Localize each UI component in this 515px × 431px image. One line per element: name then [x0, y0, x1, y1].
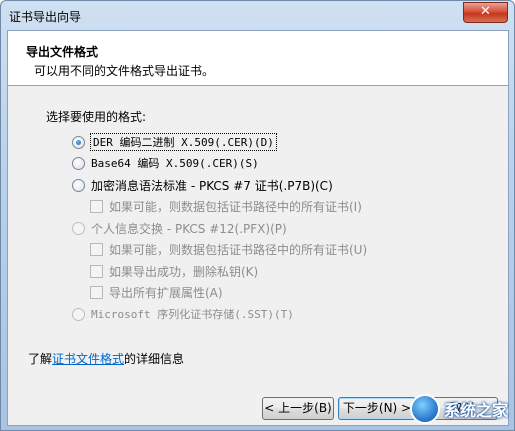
watermark-text: 系统之家	[443, 401, 508, 420]
option-pfx[interactable]: 个人信息交换 - PKCS #12(.PFX)(P)	[72, 220, 287, 237]
wizard-header: 导出文件格式 可以用不同的文件格式导出证书。	[8, 31, 508, 86]
radio-pfx[interactable]	[72, 222, 85, 235]
checkbox-pfx-include[interactable]	[90, 243, 103, 256]
close-button[interactable]: ✕	[463, 2, 508, 23]
option-sst[interactable]: Microsoft 序列化证书存储(.SST)(T)	[72, 306, 294, 322]
close-icon: ✕	[480, 4, 491, 19]
next-button[interactable]: 下一步(N) >	[338, 397, 416, 420]
window-title: 证书导出向导	[9, 10, 82, 24]
radio-der[interactable]	[72, 135, 85, 149]
option-pfx-delete[interactable]: 如果导出成功，删除私钥(K)	[90, 263, 258, 280]
option-pfx-include-label: 如果可能，则数据包括证书路径中的所有证书(U)	[109, 243, 368, 257]
title-bar[interactable]: 证书导出向导 ✕	[1, 1, 514, 29]
page-subtitle: 可以用不同的文件格式导出证书。	[34, 64, 215, 78]
info-text: 了解证书文件格式的详细信息	[28, 350, 184, 367]
format-help-link[interactable]: 证书文件格式	[52, 352, 124, 366]
checkbox-pkcs7-include[interactable]	[90, 200, 103, 213]
radio-base64[interactable]	[72, 156, 85, 170]
watermark: 系统之家	[409, 394, 508, 424]
option-pkcs7-include-label: 如果可能，则数据包括证书路径中的所有证书(I)	[109, 200, 362, 214]
option-pfx-include[interactable]: 如果可能，则数据包括证书路径中的所有证书(U)	[90, 241, 367, 258]
format-prompt: 选择要使用的格式:	[46, 110, 147, 124]
option-base64[interactable]: Base64 编码 X.509(.CER)(S)	[72, 155, 259, 171]
option-pkcs7-include[interactable]: 如果可能，则数据包括证书路径中的所有证书(I)	[90, 198, 362, 215]
radio-sst[interactable]	[72, 307, 85, 321]
option-base64-label: Base64 编码 X.509(.CER)(S)	[91, 157, 259, 170]
radio-pkcs7[interactable]	[72, 179, 85, 192]
option-pkcs7-label: 加密消息语法标准 - PKCS #7 证书(.P7B)(C)	[91, 179, 333, 193]
option-pfx-ext-label: 导出所有扩展属性(A)	[109, 286, 223, 300]
wizard-window: 证书导出向导 ✕ 导出文件格式 可以用不同的文件格式导出证书。 选择要使用的格式…	[0, 0, 515, 431]
option-der-label: DER 编码二进制 X.509(.CER)(D)	[90, 133, 277, 151]
option-pfx-label: 个人信息交换 - PKCS #12(.PFX)(P)	[91, 222, 287, 236]
checkbox-pfx-ext[interactable]	[90, 286, 103, 299]
page-title: 导出文件格式	[26, 45, 99, 59]
option-pfx-ext[interactable]: 导出所有扩展属性(A)	[90, 284, 223, 301]
option-der[interactable]: DER 编码二进制 X.509(.CER)(D)	[72, 133, 277, 151]
watermark-logo-icon	[409, 394, 440, 424]
info-prefix: 了解	[28, 352, 53, 366]
option-pfx-delete-label: 如果导出成功，删除私钥(K)	[109, 265, 259, 279]
back-button[interactable]: < 上一步(B)	[262, 397, 334, 420]
checkbox-pfx-delete[interactable]	[90, 265, 103, 278]
option-sst-label: Microsoft 序列化证书存储(.SST)(T)	[91, 308, 294, 321]
option-pkcs7[interactable]: 加密消息语法标准 - PKCS #7 证书(.P7B)(C)	[72, 177, 333, 194]
wizard-body: 导出文件格式 可以用不同的文件格式导出证书。 选择要使用的格式: DER 编码二…	[7, 30, 509, 426]
info-suffix: 的详细信息	[124, 352, 185, 366]
